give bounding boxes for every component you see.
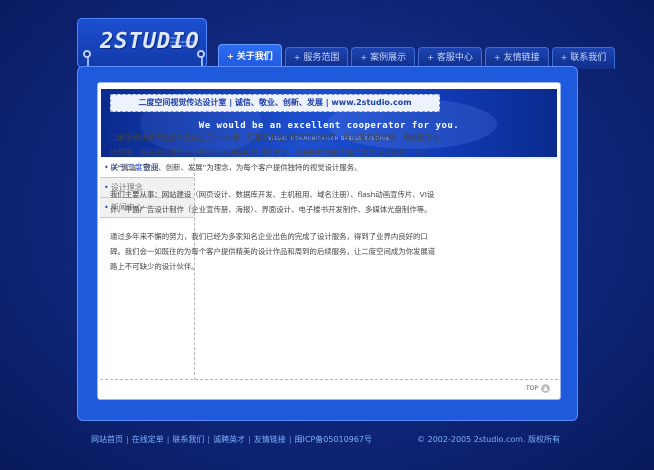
tab-label: 友情链接 [503, 53, 540, 63]
tab-bullet: + [560, 53, 568, 62]
footer-separator: | [248, 435, 251, 444]
footer-link-order[interactable]: 在线定单 [132, 435, 164, 444]
tab-label: 关于我们 [236, 52, 273, 62]
footer-link-jobs[interactable]: 诚聘英才 [213, 435, 245, 444]
tab-bullet: + [427, 53, 434, 62]
tab-label: 联系我们 [570, 53, 607, 63]
logo-tagline: VISUAL COMMUNICATION DESIGN STUDIO [170, 36, 197, 48]
main-content: 二度空间视觉传达设计室 | 诚信、敬业、创新、发展 | www.2studio.… [110, 94, 440, 274]
tab-label: 服务范围 [303, 53, 340, 63]
footer-separator: | [207, 435, 211, 444]
logo[interactable]: 2STUDIO VISUAL COMMUNICATION DESIGN STUD… [77, 18, 207, 68]
bullet-icon: • [104, 183, 109, 192]
closing-paragraph: 通过多年来不懈的努力，我们已经为多家知名企业出色的完成了设计服务，得到了业界内良… [110, 232, 436, 271]
footer-separator: | [288, 435, 292, 444]
copyright: © 2002-2005 2studio.com. 版权所有 [417, 435, 560, 444]
services-paragraph: 我们主要从事：网站建设（网页设计、数据库开发、主机租用、域名注册）、flash动… [110, 190, 435, 214]
ring-left-icon [83, 50, 91, 58]
tab-label: 案例展示 [370, 53, 407, 63]
bullet-icon: • [104, 203, 109, 212]
tab-bullet: + [293, 53, 301, 62]
footer-link-contact[interactable]: 联系我们 [172, 435, 204, 444]
footer-link-friends[interactable]: 友情链接 [254, 435, 286, 444]
slogan-box: 二度空间视觉传达设计室 | 诚信、敬业、创新、发展 | www.2studio.… [110, 94, 440, 112]
tab-bullet: + [493, 53, 501, 62]
tab-bullet: + [360, 53, 368, 62]
footer-separator: | [126, 435, 129, 444]
back-to-top-link[interactable]: TOP ▲ [526, 384, 550, 393]
footer-separator: | [166, 435, 170, 444]
bullet-icon: • [104, 163, 109, 172]
ring-right-icon [197, 50, 205, 58]
footer-icp[interactable]: 闽ICP备05010967号 [295, 435, 373, 444]
tab-bullet: + [227, 52, 234, 61]
panel-footer: TOP ▲ [100, 379, 558, 397]
footer-links: 网站首页 | 在线定单 | 联系我们 | 诚聘英才 | 友情链接 | 闽ICP备05010967号 [91, 434, 372, 445]
arrow-up-icon: ▲ [541, 384, 550, 393]
tab-label: 客服中心 [436, 53, 473, 63]
top-label: TOP [525, 385, 538, 392]
intro-paragraph: 二度空间视觉传达设计室成立于2002年，汇集有多名资深网页设计师、专业美术设计师… [110, 133, 440, 172]
footer-link-home[interactable]: 网站首页 [91, 435, 123, 444]
